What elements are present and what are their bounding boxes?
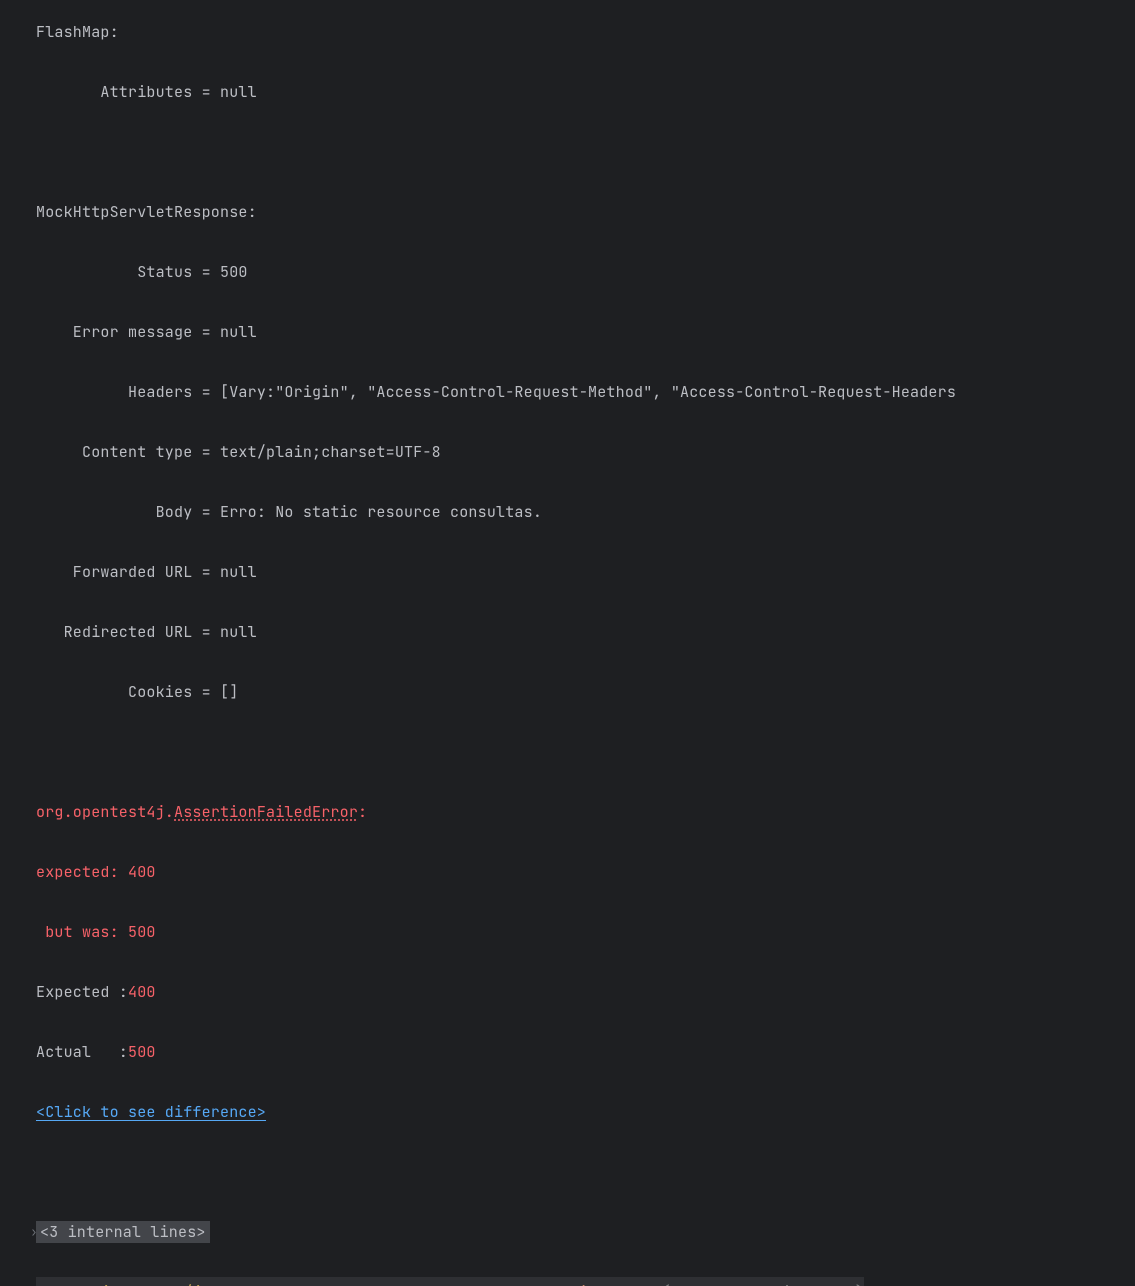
flashmap-label: FlashMap: xyxy=(36,22,119,42)
blank-line xyxy=(36,137,1135,167)
body-label: Body = xyxy=(36,502,220,522)
actual-value: 500 xyxy=(128,1042,156,1062)
status-line: Status = 500 xyxy=(36,257,1135,287)
click-to-see-difference-link[interactable]: <Click to see difference> xyxy=(36,1102,266,1122)
actual-line: Actual :500 xyxy=(36,1037,1135,1067)
cookies-label: Cookies = xyxy=(36,682,220,702)
fold-line: ›<3 internal lines> xyxy=(36,1217,1135,1247)
error-message-value: null xyxy=(220,322,257,342)
flashmap-header: FlashMap: xyxy=(36,17,1135,47)
expected-line: Expected :400 xyxy=(36,977,1135,1007)
expected-summary-line: expected: 400 xyxy=(36,857,1135,887)
paren-open: ( xyxy=(662,1282,671,1286)
content-type-line: Content type = text/plain;charset=UTF-8 xyxy=(36,437,1135,467)
status-value: 500 xyxy=(220,262,248,282)
cookies-value: [] xyxy=(220,682,238,702)
body-value: Erro: No static resource consultas. xyxy=(220,502,542,522)
content-type-value: text/plain;charset=UTF-8 xyxy=(220,442,441,462)
chevron-right-icon[interactable]: › xyxy=(28,1217,40,1247)
assertion-error-line: org.opentest4j.AssertionFailedError: xyxy=(36,797,1135,827)
cookies-line: Cookies = [] xyxy=(36,677,1135,707)
stack-frame-class: java.base/java.lang.reflect.Constructor xyxy=(100,1282,459,1286)
error-message-line: Error message = null xyxy=(36,317,1135,347)
blank-line xyxy=(36,1157,1135,1187)
stack-file-link[interactable]: Constructor.java:499 xyxy=(671,1282,855,1286)
redirected-url-value: null xyxy=(220,622,257,642)
expected-value: 400 xyxy=(128,982,156,1002)
flashmap-attributes-line: Attributes = null xyxy=(36,77,1135,107)
console-gutter xyxy=(0,0,20,643)
stack-frame-method: .newInstanceWithCaller xyxy=(459,1282,661,1286)
expected-summary: expected: 400 xyxy=(36,862,156,882)
internal-lines-fold[interactable]: <3 internal lines> xyxy=(36,1221,210,1243)
forwarded-url-value: null xyxy=(220,562,257,582)
stack-at: at xyxy=(36,1282,100,1286)
butwas-summary: but was: 500 xyxy=(36,922,156,942)
attributes-value: null xyxy=(220,82,257,102)
redirected-url-label: Redirected URL = xyxy=(36,622,220,642)
error-package: org.opentest4j. xyxy=(36,802,174,822)
butwas-summary-line: but was: 500 xyxy=(36,917,1135,947)
forwarded-url-label: Forwarded URL = xyxy=(36,562,220,582)
response-header: MockHttpServletResponse: xyxy=(36,197,1135,227)
blank-line xyxy=(36,737,1135,767)
paren-close: ) xyxy=(855,1282,864,1286)
error-message-label: Error message = xyxy=(36,322,220,342)
content-type-label: Content type = xyxy=(36,442,220,462)
diff-link-line: <Click to see difference> xyxy=(36,1097,1135,1127)
headers-label: Headers = xyxy=(36,382,220,402)
headers-line: Headers = [Vary:"Origin", "Access-Contro… xyxy=(36,377,1135,407)
status-label: Status = xyxy=(36,262,220,282)
stack-frame-line: at java.base/java.lang.reflect.Construct… xyxy=(36,1277,864,1286)
actual-label: Actual : xyxy=(36,1042,128,1062)
body-line: Body = Erro: No static resource consulta… xyxy=(36,497,1135,527)
error-colon: : xyxy=(358,802,376,822)
error-class[interactable]: AssertionFailedError xyxy=(174,802,358,822)
forwarded-url-line: Forwarded URL = null xyxy=(36,557,1135,587)
headers-value: [Vary:"Origin", "Access-Control-Request-… xyxy=(220,382,956,402)
attributes-label: Attributes = xyxy=(36,82,220,102)
expected-label: Expected : xyxy=(36,982,128,1002)
response-header-text: MockHttpServletResponse: xyxy=(36,202,257,222)
console-output[interactable]: FlashMap: Attributes = null MockHttpServ… xyxy=(20,0,1135,643)
